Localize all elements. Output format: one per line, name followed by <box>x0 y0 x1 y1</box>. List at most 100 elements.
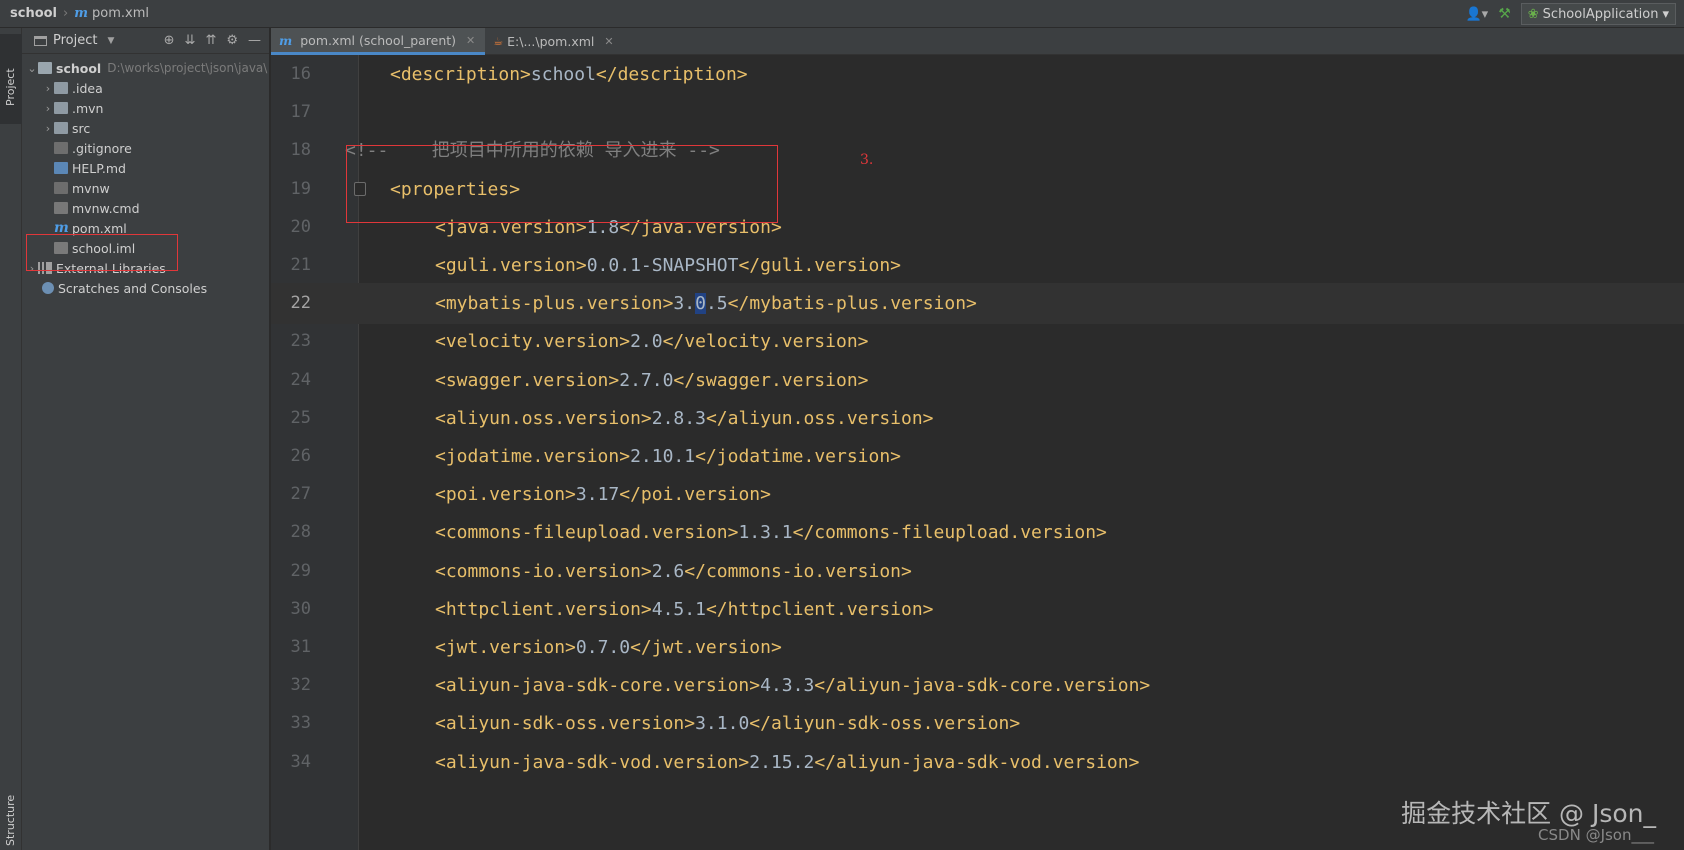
line-number: 34 <box>290 751 311 772</box>
xml-open-tag: <commons-fileupload.version> <box>435 522 739 544</box>
tree-item-label: src <box>72 120 91 136</box>
tree-item-src[interactable]: › src <box>22 118 269 138</box>
project-view-select[interactable]: Project <box>53 33 97 48</box>
tree-item-help-md[interactable]: HELP.md <box>22 158 269 178</box>
line-number: 16 <box>290 64 311 84</box>
project-tool-tab[interactable]: Project <box>0 34 22 124</box>
line-number: 31 <box>290 637 311 657</box>
tree-item-scratches[interactable]: Scratches and Consoles <box>22 278 269 298</box>
collapse-all-icon[interactable]: ⇈ <box>205 33 216 48</box>
maven-file-icon: m <box>74 6 88 21</box>
code-line[interactable]: 21 <guli.version>0.0.1-SNAPSHOT</guli.ver… <box>271 245 1684 286</box>
xml-value: .5 <box>705 293 728 315</box>
line-number: 30 <box>290 598 311 619</box>
locate-file-icon[interactable]: ⊕ <box>164 33 175 48</box>
xml-close-tag: </aliyun-java-sdk-core.version> <box>814 675 1151 697</box>
gear-icon[interactable]: ⚙ <box>226 33 238 48</box>
chevron-down-icon: ▾ <box>1662 6 1669 22</box>
tab-external-pom[interactable]: ☕ E:\...\pom.xml ✕ <box>485 28 623 55</box>
chevron-down-icon[interactable]: ⌄ <box>26 62 38 75</box>
hide-panel-icon[interactable]: — <box>248 33 261 48</box>
code-line[interactable]: 29 <commons-io.version>2.6</commons-io.ve… <box>271 551 1684 592</box>
tree-item-mvnw-cmd[interactable]: mvnw.cmd <box>22 198 269 218</box>
run-configuration-select[interactable]: ❀ SchoolApplication ▾ <box>1520 3 1676 25</box>
code-editor[interactable]: 16 <description>school</description> 17 18 <… <box>271 55 1684 850</box>
breadcrumb-project[interactable]: school <box>10 6 57 21</box>
line-number: 17 <box>290 102 311 123</box>
tree-item-label: .mvn <box>72 100 104 116</box>
code-line[interactable]: 24 <swagger.version>2.7.0</swagger.versio… <box>271 360 1684 401</box>
folder-icon <box>54 122 68 134</box>
folder-icon <box>34 35 47 46</box>
tab-pom-school-parent[interactable]: m pom.xml (school_parent) ✕ <box>271 28 486 55</box>
structure-tool-tab[interactable]: Structure <box>0 790 22 850</box>
tree-item-gitignore[interactable]: .gitignore <box>22 138 269 158</box>
project-tree: ⌄ school D:\works\project\json\java\ › .… <box>22 54 269 298</box>
module-folder-icon <box>38 62 52 74</box>
code-line[interactable]: 25 <aliyun.oss.version>2.8.3</aliyun.oss.… <box>271 398 1684 439</box>
line-number: 26 <box>290 446 311 466</box>
chevron-right-icon[interactable]: › <box>42 82 54 95</box>
tree-item-mvnw[interactable]: mvnw <box>22 178 269 198</box>
code-line[interactable]: 23 <velocity.version>2.0</velocity.versio… <box>271 321 1684 362</box>
tree-item-path: D:\works\project\json\java\ <box>107 61 268 75</box>
code-content: <jwt.version>0.7.0</jwt.version> <box>435 627 782 668</box>
highlight-box-properties <box>346 145 778 223</box>
breadcrumb-separator-icon: › <box>63 6 69 21</box>
xml-close-tag: </swagger.version> <box>673 369 869 391</box>
code-line[interactable]: 32 <aliyun-java-sdk-core.version>4.3.3</a… <box>271 665 1684 706</box>
close-icon[interactable]: ✕ <box>466 34 475 47</box>
code-content: <aliyun-java-sdk-core.version>4.3.3</ali… <box>435 665 1150 706</box>
line-number: 22 <box>290 293 311 314</box>
xml-value: 2.8.3 <box>651 407 706 429</box>
line-number: 27 <box>290 484 311 505</box>
chevron-right-icon[interactable]: › <box>42 102 54 115</box>
annotation-step: 3. <box>860 152 874 168</box>
chevron-down-icon[interactable]: ▼ <box>107 36 114 46</box>
xml-value: 2.10.1 <box>630 446 696 467</box>
tree-item-school[interactable]: ⌄ school D:\works\project\json\java\ <box>22 58 269 78</box>
code-line[interactable]: 30 <httpclient.version>4.5.1</httpclient.… <box>271 589 1684 630</box>
code-line[interactable]: 16 <description>school</description> <box>271 55 1684 95</box>
close-icon[interactable]: ✕ <box>604 35 613 48</box>
expand-all-icon[interactable]: ⇊ <box>185 33 196 48</box>
xml-open-tag: <guli.version> <box>435 255 587 276</box>
gitignore-file-icon <box>54 142 68 154</box>
java-file-icon: ☕ <box>493 35 504 48</box>
xml-close-tag: </commons-io.version> <box>684 560 912 582</box>
tree-item-label: Scratches and Consoles <box>58 280 208 296</box>
xml-open-tag: <mybatis-plus.version> <box>435 293 674 315</box>
code-content: <guli.version>0.0.1-SNAPSHOT</guli.versi… <box>435 245 901 286</box>
tree-item-mvn[interactable]: › .mvn <box>22 98 269 118</box>
tree-item-idea[interactable]: › .idea <box>22 78 269 98</box>
code-content: <httpclient.version>4.5.1</httpclient.ve… <box>435 589 934 630</box>
code-content: <aliyun.oss.version>2.8.3</aliyun.oss.ve… <box>435 398 934 439</box>
user-account-icon[interactable]: 👤▾ <box>1465 7 1488 22</box>
watermark-main: 掘金技术社区 @ Json_ <box>1401 799 1656 828</box>
cmd-file-icon <box>54 202 68 214</box>
code-line[interactable]: 26 <jodatime.version>2.10.1</jodatime.ver… <box>271 436 1684 477</box>
code-line[interactable]: 22 <mybatis-plus.version>3.0.5</mybatis-p… <box>271 283 1684 325</box>
chevron-right-icon[interactable]: › <box>42 122 54 135</box>
code-content: <velocity.version>2.0</velocity.version> <box>435 321 869 362</box>
code-line[interactable]: 17 <box>271 92 1684 133</box>
tree-item-label: .idea <box>72 80 103 96</box>
breadcrumb-file[interactable]: pom.xml <box>92 6 149 21</box>
code-line[interactable]: 28 <commons-fileupload.version>1.3.1</com… <box>271 512 1684 553</box>
xml-open-tag: <httpclient.version> <box>435 598 652 620</box>
code-line[interactable]: 33 <aliyun-sdk-oss.version>3.1.0</aliyun-… <box>271 703 1684 744</box>
code-line[interactable]: 31 <jwt.version>0.7.0</jwt.version> <box>271 627 1684 668</box>
code-line[interactable]: 34 <aliyun-java-sdk-vod.version>2.15.2</a… <box>271 742 1684 783</box>
build-hammer-icon[interactable]: ⚒ <box>1498 6 1511 22</box>
scratches-icon <box>42 282 54 294</box>
code-line[interactable]: 27 <poi.version>3.17</poi.version> <box>271 474 1684 515</box>
xml-value: 2.7.0 <box>619 369 674 391</box>
code-content: <commons-fileupload.version>1.3.1</commo… <box>435 512 1107 553</box>
xml-close-tag: </jodatime.version> <box>695 446 902 467</box>
xml-open-tag: <description> <box>390 64 531 85</box>
code-content: <jodatime.version>2.10.1</jodatime.versi… <box>435 436 901 477</box>
xml-open-tag: <poi.version> <box>435 484 576 506</box>
project-panel-header: Project ▼ ⊕ ⇊ ⇈ ⚙ — <box>22 28 269 54</box>
code-content: <description>school</description> <box>390 55 748 95</box>
xml-open-tag: <commons-io.version> <box>435 560 652 582</box>
